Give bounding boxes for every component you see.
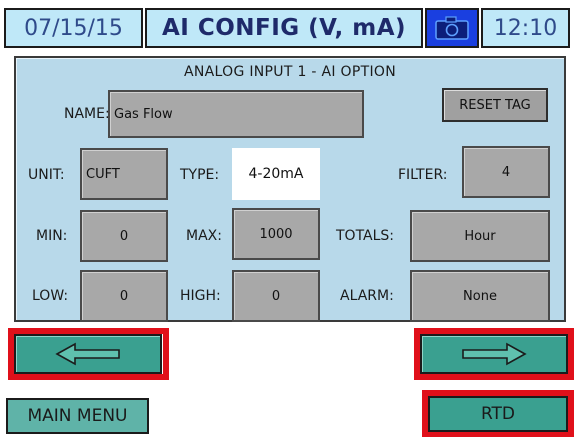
arrow-left-icon: [55, 342, 120, 366]
min-value: 0: [119, 228, 129, 244]
reset-tag-button[interactable]: RESET TAG: [442, 88, 548, 122]
filter-value: 4: [501, 164, 511, 180]
prev-button[interactable]: [14, 334, 162, 374]
low-label: LOW:: [32, 288, 69, 304]
time-text: 12:10: [493, 15, 558, 41]
max-value: 1000: [259, 226, 293, 242]
reset-tag-label: RESET TAG: [459, 97, 531, 113]
time-display: 12:10: [481, 8, 570, 48]
min-label: MIN:: [36, 228, 68, 244]
low-value: 0: [119, 288, 129, 304]
camera-button[interactable]: [425, 8, 479, 48]
totals-label: TOTALS:: [336, 228, 395, 244]
rtd-button[interactable]: RTD: [428, 396, 568, 432]
type-field[interactable]: 4-20mA: [232, 148, 320, 200]
arrow-right-icon: [462, 342, 527, 366]
high-label: HIGH:: [180, 288, 221, 304]
type-label: TYPE:: [180, 167, 220, 183]
screen-title-text: AI CONFIG (V, mA): [161, 15, 407, 41]
main-menu-button[interactable]: MAIN MENU: [6, 398, 149, 434]
name-label: NAME:: [64, 106, 110, 122]
high-field[interactable]: 0: [232, 270, 320, 322]
filter-label: FILTER:: [398, 167, 448, 183]
date-display: 07/15/15: [4, 8, 143, 48]
unit-label: UNIT:: [28, 167, 65, 183]
type-value: 4-20mA: [248, 166, 304, 182]
alarm-field[interactable]: None: [410, 270, 550, 322]
unit-value: CUFT: [86, 166, 120, 182]
rtd-label: RTD: [480, 404, 516, 424]
camera-icon: [435, 16, 469, 40]
low-field[interactable]: 0: [80, 270, 168, 322]
panel-title: ANALOG INPUT 1 - AI OPTION: [184, 64, 396, 80]
alarm-label: ALARM:: [340, 288, 394, 304]
max-field[interactable]: 1000: [232, 208, 320, 260]
main-menu-label: MAIN MENU: [27, 406, 128, 426]
totals-field[interactable]: Hour: [410, 210, 550, 262]
alarm-value: None: [463, 288, 497, 304]
totals-value: Hour: [464, 228, 496, 244]
screen-title: AI CONFIG (V, mA): [145, 8, 423, 48]
date-text: 07/15/15: [24, 15, 123, 41]
unit-field[interactable]: CUFT: [80, 148, 168, 200]
min-field[interactable]: 0: [80, 210, 168, 262]
name-value: Gas Flow: [114, 106, 173, 122]
next-button[interactable]: [420, 334, 568, 374]
high-value: 0: [271, 288, 281, 304]
filter-field[interactable]: 4: [462, 146, 550, 198]
name-field[interactable]: Gas Flow: [108, 90, 364, 138]
max-label: MAX:: [186, 228, 222, 244]
